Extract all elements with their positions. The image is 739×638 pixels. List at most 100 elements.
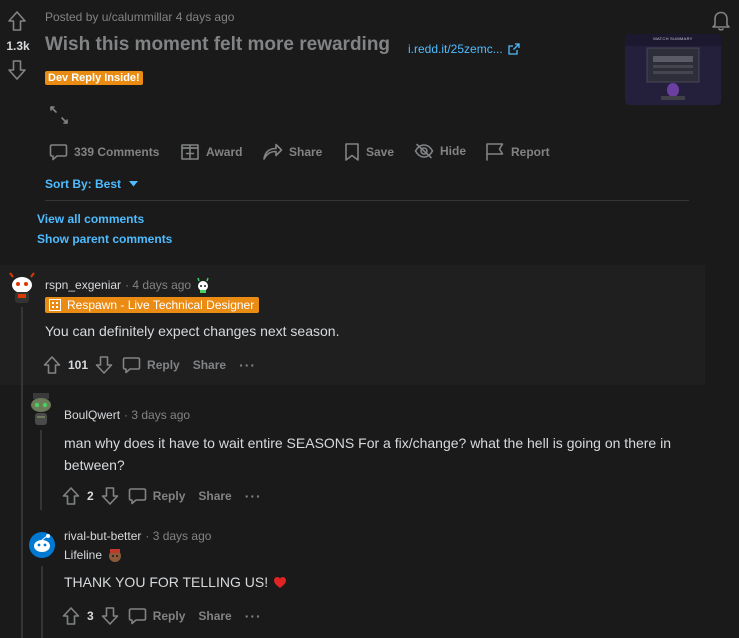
save-button[interactable]: Save [344, 142, 394, 162]
downvote-arrow-icon[interactable] [95, 355, 113, 375]
share-label: Share [289, 144, 323, 159]
lifeline-emoji-icon [109, 549, 122, 562]
notification-bell-button[interactable] [710, 9, 732, 31]
snoo-avatar-icon [9, 272, 35, 303]
comment-icon [122, 357, 141, 374]
comment-icon [128, 488, 146, 505]
share-arrow-icon [263, 143, 283, 160]
post-author-line: Posted by u/calummillar 4 days ago [45, 10, 235, 24]
sort-label: Sort By: Best [45, 177, 122, 191]
comment-header: rival-but-better · 3 days ago [64, 529, 211, 543]
downvote-arrow-icon[interactable] [101, 486, 119, 506]
post-link-text[interactable]: i.redd.it/25zemc... [408, 42, 503, 56]
upvote-arrow-icon[interactable] [62, 486, 80, 506]
comments-button[interactable]: 339 Comments [49, 143, 159, 161]
comment-header: BoulQwert · 3 days ago [64, 408, 190, 422]
avatar[interactable] [27, 393, 55, 429]
downvote-arrow-icon [8, 60, 26, 80]
respawn-logo-icon [49, 299, 61, 311]
downvote-arrow-icon[interactable] [101, 606, 119, 626]
comment-header: rspn_exgeniar · 4 days ago [45, 277, 211, 293]
sort-divider [45, 200, 689, 201]
comment-actions: 101 Reply Share ··· [43, 355, 256, 375]
comment-icon [128, 608, 146, 625]
avatar[interactable] [8, 271, 36, 305]
comment-actions: 3 Reply Share ··· [62, 606, 262, 626]
reply-label: Reply [147, 358, 180, 372]
share-button[interactable]: Share [262, 142, 322, 161]
save-label: Save [366, 145, 395, 159]
hide-label: Hide [440, 144, 467, 158]
external-link-icon [508, 43, 520, 55]
comment-time: · 3 days ago [145, 529, 212, 543]
post-downvote-button[interactable] [7, 59, 27, 81]
eye-slash-icon [414, 143, 434, 159]
comment-author[interactable]: rival-but-better [64, 529, 141, 543]
show-parent-comments-link[interactable]: Show parent comments [37, 232, 172, 246]
caret-down-icon [129, 181, 139, 187]
thread-line[interactable] [41, 566, 43, 638]
post-thumbnail[interactable]: MATCH SUMMARY [625, 34, 721, 105]
comment-actions: 2 Reply Share ··· [62, 486, 262, 506]
flag-icon [486, 143, 504, 161]
reply-button[interactable]: Reply [128, 607, 186, 625]
comment-vote-count: 2 [87, 489, 94, 503]
reply-button[interactable]: Reply [128, 487, 186, 505]
snoo-badge-icon [197, 277, 209, 293]
comment-time: · 3 days ago [124, 408, 191, 422]
report-button[interactable]: Report [485, 142, 550, 161]
more-options-button[interactable]: ··· [245, 608, 262, 624]
snoo-avatar-icon [31, 393, 51, 425]
upvote-arrow-icon [8, 11, 26, 31]
thumbnail-image [625, 34, 721, 105]
comment-time: · 4 days ago [125, 278, 192, 292]
share-button[interactable]: Share [198, 489, 231, 503]
upvote-arrow-icon[interactable] [43, 355, 61, 375]
post-vote-count: 1.3k [6, 39, 30, 53]
thumbnail-caption: MATCH SUMMARY [653, 36, 693, 41]
expand-media-button[interactable] [49, 105, 69, 125]
hide-button[interactable]: Hide [414, 143, 466, 159]
heart-icon [274, 576, 287, 588]
bell-icon [712, 11, 730, 31]
user-flair-text: Respawn - Live Technical Designer [67, 298, 255, 312]
post-link[interactable]: i.redd.it/25zemc... [408, 42, 520, 56]
snoo-avatar-icon [29, 532, 55, 558]
comment-author[interactable]: rspn_exgeniar [45, 278, 121, 292]
award-label: Award [206, 144, 243, 159]
thread-line[interactable] [40, 430, 42, 510]
share-button[interactable]: Share [193, 358, 226, 372]
share-button[interactable]: Share [198, 609, 231, 623]
post-title[interactable]: Wish this moment felt more rewarding [45, 34, 390, 56]
upvote-arrow-icon[interactable] [62, 606, 80, 626]
more-options-button[interactable]: ··· [245, 488, 262, 504]
thread-line[interactable] [21, 385, 23, 638]
post-upvote-button[interactable] [7, 10, 27, 32]
comments-label: 339 Comments [74, 145, 160, 159]
user-flair: Lifeline [64, 547, 123, 563]
comment-author[interactable]: BoulQwert [64, 408, 120, 422]
comment-body: THANK YOU FOR TELLING US! [64, 574, 287, 590]
reply-label: Reply [152, 489, 186, 503]
view-all-comments-link[interactable]: View all comments [37, 212, 144, 226]
sort-dropdown[interactable]: Sort By: Best [45, 177, 139, 191]
thread-line[interactable] [21, 307, 23, 385]
user-flair-text: Lifeline [64, 548, 103, 562]
bookmark-icon [345, 143, 359, 161]
comment-icon [49, 144, 68, 161]
comment-body-text: THANK YOU FOR TELLING US! [64, 574, 269, 590]
comment-body: You can definitely expect changes next s… [45, 323, 340, 339]
comment-vote-count: 3 [87, 609, 94, 623]
award-icon [181, 144, 199, 160]
reply-button[interactable]: Reply [122, 356, 180, 374]
comment-vote-count: 101 [68, 358, 89, 372]
expand-icon [50, 106, 68, 124]
reply-label: Reply [152, 609, 186, 623]
comment-body: man why does it have to wait entire SEAS… [64, 435, 671, 473]
avatar[interactable] [28, 530, 56, 560]
award-button[interactable]: Award [180, 142, 242, 161]
report-label: Report [511, 144, 550, 159]
user-flair: Respawn - Live Technical Designer [45, 297, 260, 313]
more-options-button[interactable]: ··· [239, 357, 256, 373]
post-flair: Dev Reply Inside! [45, 71, 143, 85]
